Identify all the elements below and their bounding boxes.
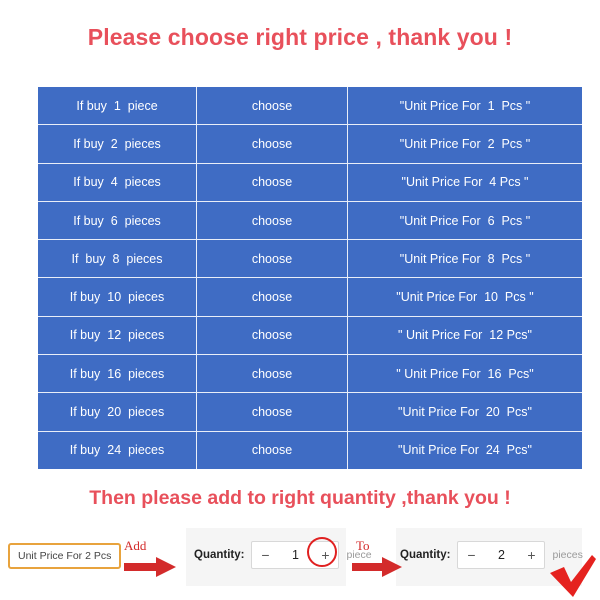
table-row: If buy 12 pieces choose " Unit Price For… xyxy=(38,316,582,356)
row-unit-price-text: "Unit Price For 24 Pcs" xyxy=(347,431,582,469)
page-title-choose-price: Please choose right price , thank you ! xyxy=(87,24,513,50)
add-arrow-group: Add xyxy=(124,538,178,582)
row-choose-action[interactable]: choose xyxy=(196,201,348,241)
row-choose-action[interactable]: choose xyxy=(196,87,348,126)
row-quantity-label: If buy 20 pieces xyxy=(38,392,197,432)
to-arrow-group: To xyxy=(352,538,406,582)
increment-button-after[interactable]: + xyxy=(518,542,544,568)
increment-button-before[interactable]: + xyxy=(307,537,338,568)
table-row: If buy 10 pieces choose "Unit Price For … xyxy=(38,277,582,317)
quantity-label-before: Quantity: xyxy=(194,549,245,561)
row-choose-action[interactable]: choose xyxy=(196,124,348,164)
row-unit-price-text: "Unit Price For 2 Pcs " xyxy=(347,124,582,164)
quantity-value-after[interactable]: 2 xyxy=(484,548,518,562)
row-choose-action[interactable]: choose xyxy=(196,277,348,317)
row-unit-price-text: "Unit Price For 10 Pcs " xyxy=(347,277,582,317)
right-arrow-icon xyxy=(124,557,176,577)
quantity-label-after: Quantity: xyxy=(400,549,451,561)
row-choose-action[interactable]: choose xyxy=(196,392,348,432)
checkmark-icon xyxy=(550,555,596,597)
table-row: If buy 8 pieces choose "Unit Price For 8… xyxy=(38,239,582,279)
row-quantity-label: If buy 12 pieces xyxy=(38,316,197,356)
to-arrow-label: To xyxy=(356,538,370,553)
table-row: If buy 6 pieces choose "Unit Price For 6… xyxy=(38,201,582,241)
row-quantity-label: If buy 2 pieces xyxy=(38,124,197,164)
price-table-body: If buy 1 piece choose "Unit Price For 1 … xyxy=(38,87,582,469)
increment-glyph-before: + xyxy=(321,547,330,563)
table-row: If buy 4 pieces choose "Unit Price For 4… xyxy=(38,163,582,202)
quantity-stepper-before: Quantity: − 1 + piece xyxy=(194,537,372,569)
row-choose-action[interactable]: choose xyxy=(196,239,348,279)
row-unit-price-text: "Unit Price For 1 Pcs " xyxy=(347,87,582,126)
stepper-after[interactable]: − 2 + xyxy=(457,541,546,569)
row-quantity-label: If buy 10 pieces xyxy=(38,277,197,317)
table-row: If buy 20 pieces choose "Unit Price For … xyxy=(38,392,582,432)
row-unit-price-text: "Unit Price For 6 Pcs " xyxy=(347,201,582,241)
row-quantity-label: If buy 1 piece xyxy=(38,87,197,126)
row-unit-price-text: "Unit Price For 4 Pcs " xyxy=(347,163,582,202)
quantity-instruction-strip: Unit Price For 2 Pcs Add Quantity: − 1 +… xyxy=(0,528,600,586)
row-choose-action[interactable]: choose xyxy=(196,431,348,469)
row-unit-price-text: "Unit Price For 8 Pcs " xyxy=(347,239,582,279)
row-unit-price-text: "Unit Price For 20 Pcs" xyxy=(347,392,582,432)
stepper-before[interactable]: − 1 + xyxy=(251,537,340,569)
right-arrow-icon xyxy=(352,557,402,577)
decrement-button-before[interactable]: − xyxy=(252,542,278,568)
row-quantity-label: If buy 16 pieces xyxy=(38,354,197,394)
row-quantity-label: If buy 4 pieces xyxy=(38,163,197,202)
table-row: If buy 1 piece choose "Unit Price For 1 … xyxy=(38,87,582,126)
row-choose-action[interactable]: choose xyxy=(196,354,348,394)
table-row: If buy 16 pieces choose " Unit Price For… xyxy=(38,354,582,394)
row-unit-price-text: " Unit Price For 12 Pcs" xyxy=(347,316,582,356)
row-quantity-label: If buy 6 pieces xyxy=(38,201,197,241)
row-choose-action[interactable]: choose xyxy=(196,316,348,356)
table-row: If buy 2 pieces choose "Unit Price For 2… xyxy=(38,124,582,164)
table-row: If buy 24 pieces choose "Unit Price For … xyxy=(38,431,582,469)
page-subtitle-add-quantity: Then please add to right quantity ,thank… xyxy=(89,487,511,509)
price-table: If buy 1 piece choose "Unit Price For 1 … xyxy=(38,87,582,469)
row-quantity-label: If buy 24 pieces xyxy=(38,431,197,469)
add-arrow-label: Add xyxy=(124,538,147,553)
decrement-button-after[interactable]: − xyxy=(458,542,484,568)
row-unit-price-text: " Unit Price For 16 Pcs" xyxy=(347,354,582,394)
selected-price-option-badge[interactable]: Unit Price For 2 Pcs xyxy=(8,543,122,569)
row-quantity-label: If buy 8 pieces xyxy=(38,239,197,279)
row-choose-action[interactable]: choose xyxy=(196,163,348,202)
quantity-value-before[interactable]: 1 xyxy=(278,548,312,562)
